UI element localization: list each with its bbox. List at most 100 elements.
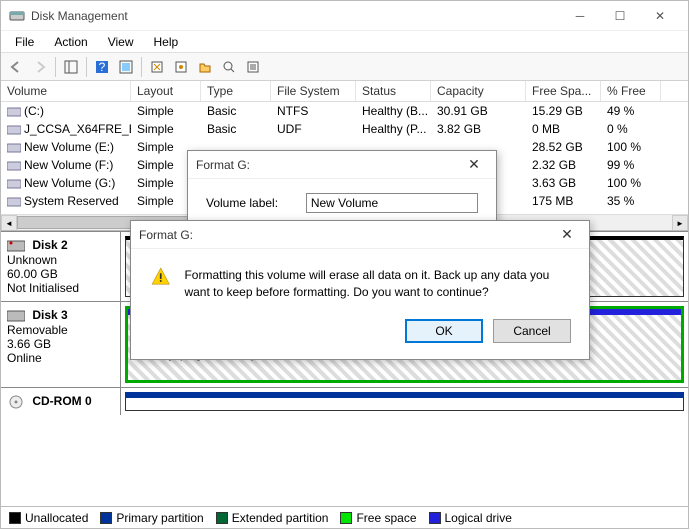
disk-header: CD-ROM 0: [1, 388, 121, 415]
back-button[interactable]: [5, 56, 27, 78]
cell-type: Basic: [201, 103, 271, 119]
disk-icon: [7, 309, 25, 323]
legend-swatch-logical: [429, 512, 441, 524]
cell-pct: 100 %: [601, 175, 661, 191]
ok-button[interactable]: OK: [405, 319, 483, 343]
maximize-button[interactable]: ☐: [600, 2, 640, 30]
col-type[interactable]: Type: [201, 81, 271, 101]
toolbar: ?: [1, 53, 688, 81]
settings-button[interactable]: [115, 56, 137, 78]
help-button[interactable]: ?: [91, 56, 113, 78]
toolbar-divider: [55, 57, 56, 77]
cell-pct: 49 %: [601, 103, 661, 119]
col-layout[interactable]: Layout: [131, 81, 201, 101]
disk-icon: [7, 239, 25, 253]
volume-label-input[interactable]: [306, 193, 478, 213]
volume-icon: [7, 142, 21, 154]
menu-action[interactable]: Action: [46, 33, 95, 51]
window-title: Disk Management: [31, 9, 560, 23]
partition-box[interactable]: [125, 392, 684, 411]
disk-header: Disk 2 Unknown 60.00 GB Not Initialised: [1, 232, 121, 301]
dialog-message: Formatting this volume will erase all da…: [184, 267, 569, 301]
col-pctfree[interactable]: % Free: [601, 81, 661, 101]
disk-state: Not Initialised: [7, 281, 114, 295]
cell-volume: New Volume (E:): [1, 139, 131, 155]
menu-help[interactable]: Help: [146, 33, 187, 51]
col-status[interactable]: Status: [356, 81, 431, 101]
cell-pct: 99 %: [601, 157, 661, 173]
disk-type: Removable: [7, 323, 114, 337]
toolbar-divider: [86, 57, 87, 77]
cell-volume: New Volume (F:): [1, 157, 131, 173]
menu-view[interactable]: View: [100, 33, 142, 51]
cell-type: Basic: [201, 121, 271, 137]
volume-icon: [7, 178, 21, 190]
col-volume[interactable]: Volume: [1, 81, 131, 101]
cell-layout: Simple: [131, 103, 201, 119]
cdrom-icon: [7, 395, 25, 409]
cell-status: Healthy (B...: [356, 103, 431, 119]
col-capacity[interactable]: Capacity: [431, 81, 526, 101]
disk-size: 3.66 GB: [7, 337, 114, 351]
legend: Unallocated Primary partition Extended p…: [1, 506, 688, 528]
close-button[interactable]: ✕: [640, 2, 680, 30]
cell-layout: Simple: [131, 121, 201, 137]
cell-capacity: 30.91 GB: [431, 103, 526, 119]
scroll-left-button[interactable]: ◄: [1, 215, 17, 231]
column-headers: Volume Layout Type File System Status Ca…: [1, 81, 688, 102]
app-icon: [9, 8, 25, 24]
svg-text:?: ?: [99, 60, 106, 74]
cancel-button[interactable]: Cancel: [493, 319, 571, 343]
legend-label: Primary partition: [116, 511, 203, 525]
cell-free: 0 MB: [526, 121, 601, 137]
show-hide-tree-button[interactable]: [60, 56, 82, 78]
table-row[interactable]: (C:)SimpleBasicNTFSHealthy (B...30.91 GB…: [1, 102, 688, 120]
cell-volume: System Reserved: [1, 193, 131, 209]
titlebar: Disk Management ─ ☐ ✕: [1, 1, 688, 31]
disk-state: Online: [7, 351, 114, 365]
rescan-button[interactable]: [170, 56, 192, 78]
disk-name: CD-ROM 0: [32, 394, 91, 408]
cell-pct: 0 %: [601, 121, 661, 137]
cell-free: 15.29 GB: [526, 103, 601, 119]
volume-icon: [7, 196, 21, 208]
cell-free: 28.52 GB: [526, 139, 601, 155]
legend-swatch-extended: [216, 512, 228, 524]
scroll-right-button[interactable]: ►: [672, 215, 688, 231]
table-row[interactable]: J_CCSA_X64FRE_E...SimpleBasicUDFHealthy …: [1, 120, 688, 138]
col-freespace[interactable]: Free Spa...: [526, 81, 601, 101]
cell-pct: 100 %: [601, 139, 661, 155]
cell-free: 175 MB: [526, 193, 601, 209]
toolbar-divider: [141, 57, 142, 77]
close-icon[interactable]: ✕: [460, 154, 488, 176]
volume-icon: [7, 160, 21, 172]
forward-button[interactable]: [29, 56, 51, 78]
extend-button[interactable]: [218, 56, 240, 78]
menu-file[interactable]: File: [7, 33, 42, 51]
volume-label-label: Volume label:: [206, 196, 292, 210]
volume-icon: [7, 124, 21, 136]
warning-icon: [151, 267, 170, 301]
cell-capacity: 3.82 GB: [431, 121, 526, 137]
disk-type: Unknown: [7, 253, 114, 267]
close-icon[interactable]: ✕: [553, 224, 581, 246]
refresh-button[interactable]: [146, 56, 168, 78]
cell-free: 3.63 GB: [526, 175, 601, 191]
menubar: File Action View Help: [1, 31, 688, 53]
disk-row[interactable]: CD-ROM 0: [1, 387, 688, 415]
dialog-title: Format G:: [139, 228, 193, 242]
open-button[interactable]: [194, 56, 216, 78]
properties-button[interactable]: [242, 56, 264, 78]
cell-fs: NTFS: [271, 103, 356, 119]
legend-swatch-freespace: [340, 512, 352, 524]
disk-header: Disk 3 Removable 3.66 GB Online: [1, 302, 121, 387]
legend-label: Extended partition: [232, 511, 329, 525]
legend-label: Unallocated: [25, 511, 88, 525]
legend-swatch-unallocated: [9, 512, 21, 524]
legend-label: Logical drive: [445, 511, 512, 525]
col-filesystem[interactable]: File System: [271, 81, 356, 101]
minimize-button[interactable]: ─: [560, 2, 600, 30]
cell-volume: New Volume (G:): [1, 175, 131, 191]
dialog-title: Format G:: [196, 158, 250, 172]
cell-volume: J_CCSA_X64FRE_E...: [1, 121, 131, 137]
